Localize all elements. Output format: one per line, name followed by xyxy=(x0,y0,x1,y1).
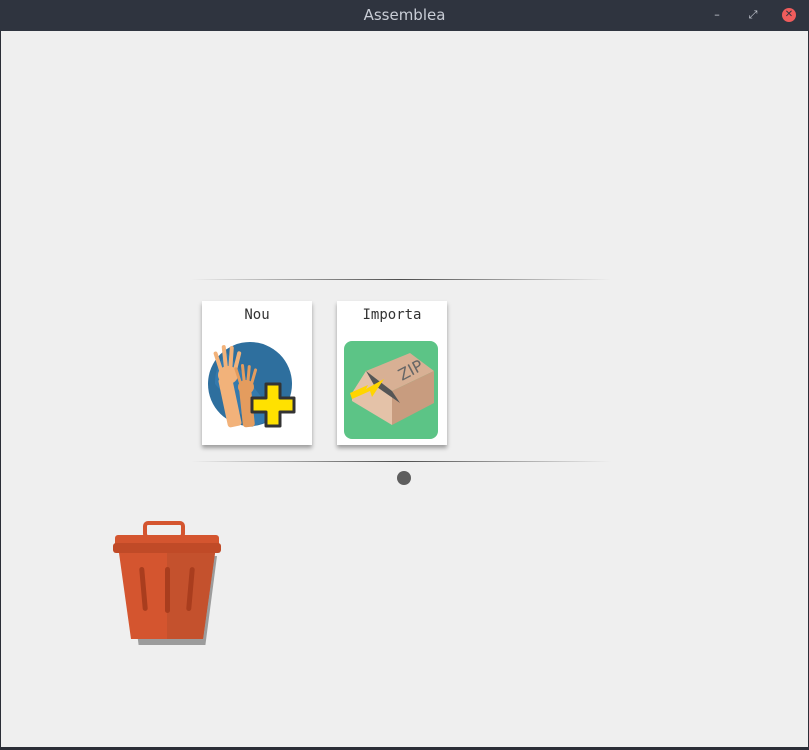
import-card-label: Importa xyxy=(362,307,422,323)
maximize-icon: ⤢ xyxy=(748,8,758,21)
trash-button[interactable] xyxy=(111,521,223,649)
maximize-button[interactable]: ⤢ xyxy=(746,8,760,22)
minimize-button[interactable]: – xyxy=(710,8,724,22)
page-indicator-dot[interactable] xyxy=(397,471,411,485)
top-divider xyxy=(191,279,611,280)
main-area: Nou Importa ZIP xyxy=(1,31,808,747)
hands-add-icon xyxy=(207,337,307,441)
bottom-divider xyxy=(191,461,611,462)
title-bar[interactable]: Assemblea – ⤢ ✕ xyxy=(0,0,809,31)
window-title: Assemblea xyxy=(363,6,446,24)
close-icon: ✕ xyxy=(784,9,794,20)
minimize-icon: – xyxy=(714,8,720,21)
new-card-label: Nou xyxy=(244,307,270,323)
trash-icon xyxy=(113,521,221,648)
zip-import-icon: ZIP xyxy=(344,341,438,443)
close-button[interactable]: ✕ xyxy=(782,8,796,22)
new-card[interactable]: Nou xyxy=(202,301,312,445)
import-card[interactable]: Importa ZIP xyxy=(337,301,447,445)
